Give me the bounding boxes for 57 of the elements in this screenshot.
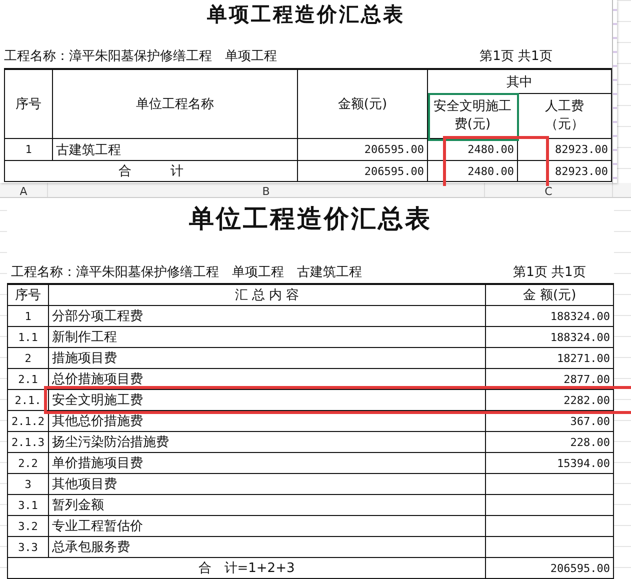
table-cell: 总价措施项目费 (49, 369, 486, 390)
header-cell: 金额(元) (298, 70, 428, 139)
table-cell: 188324.00 (486, 327, 614, 348)
table-cell: 206595.00 (298, 139, 428, 161)
table-cell: 206595.00 (486, 558, 614, 579)
table-cell: 188324.00 (486, 306, 614, 327)
table-cell: 3 (8, 474, 49, 495)
header-cell: 汇 总 内 容 (49, 285, 486, 306)
sheet-title: 单项工程造价汇总表 (207, 2, 405, 26)
column-header[interactable]: A (0, 183, 48, 197)
table-cell: 2.1.2 (8, 411, 49, 432)
table-cell: 总承包服务费 (49, 537, 486, 558)
table-cell: 3.1 (8, 495, 49, 516)
table-cell: 3.2 (8, 516, 49, 537)
table-cell: 合 计=1+2+3 (8, 558, 486, 579)
project-name: 工程名称：漳平朱阳墓保护修缮工程 单项工程 (3, 48, 278, 64)
sheet-title: 单位工程造价汇总表 (188, 202, 433, 234)
table-cell: 367.00 (486, 411, 614, 432)
page-number: 第1页 共1页 (512, 264, 587, 281)
table-cell: 安全文明施工费 (49, 390, 486, 411)
table-cell: 2.2 (8, 453, 49, 474)
table-cell: 2877.00 (486, 369, 614, 390)
table-cell: 1.1 (8, 327, 49, 348)
table-cell: 其他总价措施费 (49, 411, 486, 432)
table-cell: 2 (8, 348, 49, 369)
table-cell: 2.1 (8, 369, 49, 390)
table-cell: 2480.00 (428, 161, 518, 182)
table-cell: 2282.00 (486, 390, 614, 411)
header-cell: 序号 (5, 70, 53, 139)
table-cell: 古建筑工程 (53, 139, 298, 161)
table-cell: 专业工程暂估价 (49, 516, 486, 537)
table-cell: 分部分项工程费 (49, 306, 486, 327)
page-number: 第1页 共1页 (478, 48, 554, 64)
table-cell: 其他项目费 (49, 474, 486, 495)
table-cell: 2480.00 (428, 139, 518, 161)
header-cell: 单位工程名称 (53, 70, 298, 139)
table-cell: 18271.00 (486, 348, 614, 369)
column-header[interactable]: B (48, 183, 485, 197)
table-cell: 3.3 (8, 537, 49, 558)
table-cell: 措施项目费 (49, 348, 486, 369)
table-cell: 单价措施项目费 (49, 453, 486, 474)
table-cell: 206595.00 (298, 161, 428, 182)
header-cell: 金 额(元) (486, 285, 614, 306)
table-cell: 扬尘污染防治措施费 (49, 432, 486, 453)
table-cell: 1 (5, 139, 53, 161)
header-cell: 序号 (8, 285, 49, 306)
table-cell: 合 计 (5, 161, 298, 182)
table-cell: 228.00 (486, 432, 614, 453)
table-cell: 2.1.3 (8, 432, 49, 453)
table-cell: 15394.00 (486, 453, 614, 474)
header-cell: 安全文明施工费(元) (428, 94, 518, 139)
column-header[interactable]: C (485, 183, 613, 197)
project-name: 工程名称：漳平朱阳墓保护修缮工程 单项工程 古建筑工程 (10, 264, 363, 281)
table-cell: 2.1. (8, 390, 49, 411)
table-cell: 暂列金额 (49, 495, 486, 516)
table-cell: 新制作工程 (49, 327, 486, 348)
table-cell: 1 (8, 306, 49, 327)
